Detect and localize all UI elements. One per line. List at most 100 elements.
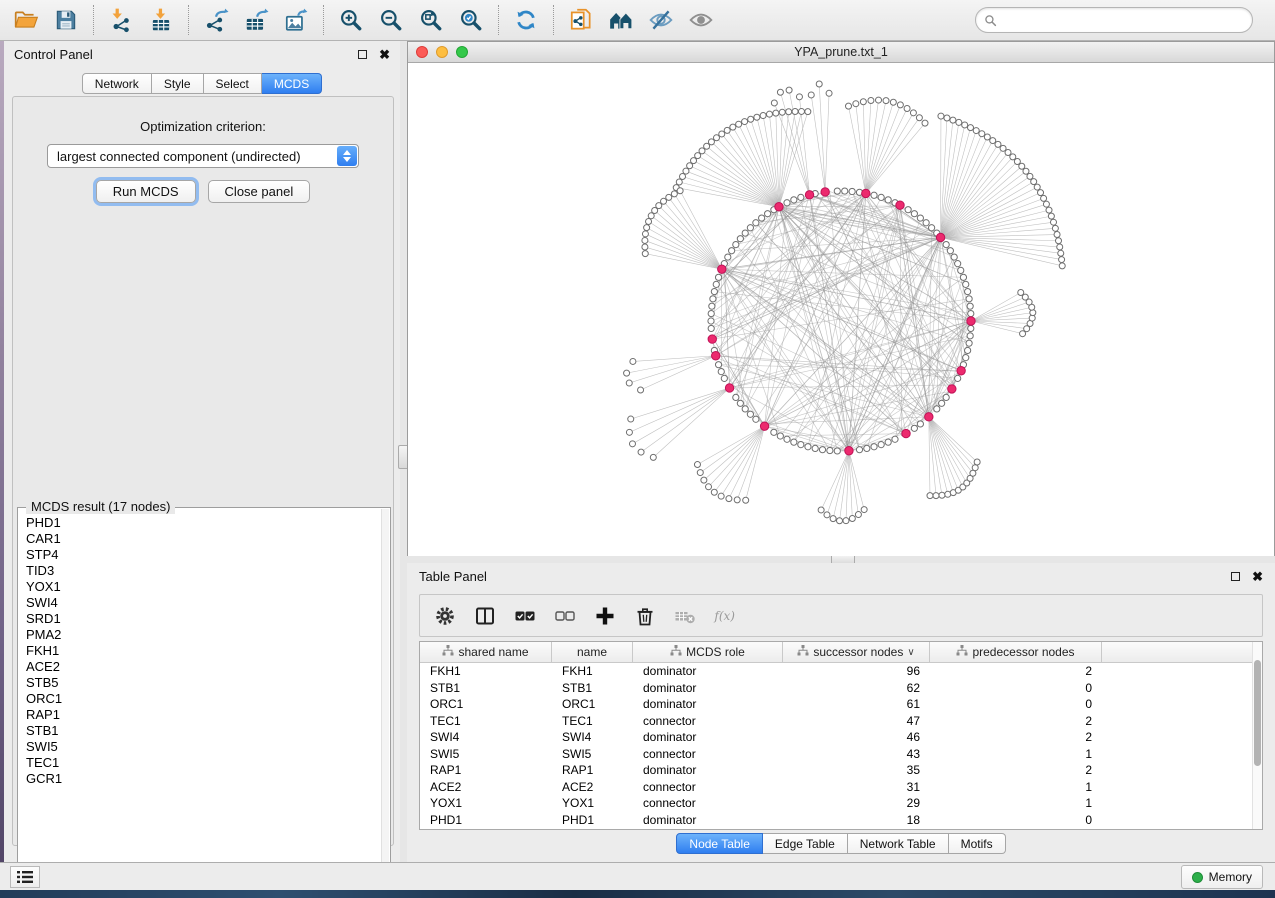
tab-style[interactable]: Style	[152, 73, 204, 94]
run-mcds-button[interactable]: Run MCDS	[96, 180, 196, 203]
zoom-out-icon	[378, 7, 404, 33]
checked-boxes-icon	[513, 604, 537, 628]
column-header-shared-name[interactable]: shared name	[420, 642, 552, 662]
main-toolbar	[0, 0, 1275, 41]
column-header-successor-nodes[interactable]: successor nodes∨	[783, 642, 930, 662]
export-table-button[interactable]	[236, 3, 276, 37]
search-input[interactable]	[1002, 10, 1244, 30]
tab-mcds[interactable]: MCDS	[262, 73, 322, 94]
cell-predecessor-nodes: 1	[930, 747, 1102, 761]
table-row[interactable]: TEC1TEC1connector472	[420, 713, 1252, 730]
show-columns-button[interactable]	[468, 599, 502, 633]
table-scrollbar[interactable]	[1252, 642, 1262, 829]
zoom-selected-button[interactable]	[451, 3, 491, 37]
mcds-result-scrollbar[interactable]	[381, 509, 389, 879]
network-document-button[interactable]	[561, 3, 601, 37]
criterion-select[interactable]: largest connected component (undirected)	[47, 144, 359, 168]
mcds-result-item[interactable]: SWI4	[26, 595, 389, 611]
export-image-button[interactable]	[276, 3, 316, 37]
float-panel-icon[interactable]	[358, 50, 367, 59]
delete-table-icon	[673, 604, 697, 628]
plus-icon	[593, 604, 617, 628]
table-settings-button[interactable]	[428, 599, 462, 633]
mcds-result-item[interactable]: GCR1	[26, 771, 389, 787]
export-network-icon	[203, 7, 229, 33]
close-panel-icon[interactable]: ✖	[379, 48, 390, 61]
mcds-result-item[interactable]: PMA2	[26, 627, 389, 643]
first-neighbors-button[interactable]	[601, 3, 641, 37]
float-panel-icon[interactable]	[1231, 572, 1240, 581]
tab-edge-table[interactable]: Edge Table	[763, 833, 848, 854]
mcds-result-item[interactable]: SRD1	[26, 611, 389, 627]
table-row[interactable]: YOX1YOX1connector291	[420, 795, 1252, 812]
mcds-result-item[interactable]: PHD1	[26, 515, 389, 531]
sort-descending-icon: ∨	[907, 647, 914, 658]
open-file-button[interactable]	[6, 3, 46, 37]
mcds-result-item[interactable]: TEC1	[26, 755, 389, 771]
tab-select[interactable]: Select	[204, 73, 262, 94]
show-all-button[interactable]	[681, 3, 721, 37]
column-header-predecessor-nodes[interactable]: predecessor nodes	[930, 642, 1102, 662]
toolbar-separator	[553, 5, 554, 35]
delete-column-button[interactable]	[628, 599, 662, 633]
memory-button[interactable]: Memory	[1181, 865, 1263, 889]
tab-motifs[interactable]: Motifs	[949, 833, 1006, 854]
table-row[interactable]: RAP1RAP1dominator352	[420, 762, 1252, 779]
mcds-result-item[interactable]: YOX1	[26, 579, 389, 595]
table-row[interactable]: FKH1FKH1dominator962	[420, 663, 1252, 680]
export-network-button[interactable]	[196, 3, 236, 37]
cell-shared-name: PHD1	[420, 813, 552, 827]
column-header-MCDS-role[interactable]: MCDS role	[633, 642, 783, 662]
scrollbar-thumb[interactable]	[1254, 660, 1261, 766]
import-table-button[interactable]	[141, 3, 181, 37]
mcds-result-item[interactable]: CAR1	[26, 531, 389, 547]
table-row[interactable]: ACE2ACE2connector311	[420, 779, 1252, 796]
network-window-titlebar[interactable]: YPA_prune.txt_1	[408, 42, 1274, 63]
attribute-tree-icon	[956, 645, 968, 659]
zoom-fit-button[interactable]	[411, 3, 451, 37]
table-row[interactable]: SWI5SWI5connector431	[420, 746, 1252, 763]
open-folder-icon	[13, 7, 39, 33]
zoom-in-button[interactable]	[331, 3, 371, 37]
mcds-result-item[interactable]: STP4	[26, 547, 389, 563]
desktop-wallpaper-bottom	[0, 890, 1275, 898]
toolbar-separator	[188, 5, 189, 35]
zoom-out-button[interactable]	[371, 3, 411, 37]
task-history-button[interactable]	[10, 866, 40, 888]
cell-successor-nodes: 43	[783, 747, 930, 761]
table-row[interactable]: SWI4SWI4dominator462	[420, 729, 1252, 746]
network-canvas[interactable]	[408, 63, 1274, 556]
mcds-result-item[interactable]: RAP1	[26, 707, 389, 723]
memory-status-icon	[1192, 872, 1203, 883]
table-row[interactable]: STB1STB1dominator620	[420, 680, 1252, 697]
select-all-button[interactable]	[508, 599, 542, 633]
mcds-result-item[interactable]: FKH1	[26, 643, 389, 659]
vertical-splitter[interactable]	[400, 41, 407, 862]
tab-network-table[interactable]: Network Table	[848, 833, 949, 854]
close-panel-icon[interactable]: ✖	[1252, 570, 1263, 583]
deselect-all-button[interactable]	[548, 599, 582, 633]
import-network-button[interactable]	[101, 3, 141, 37]
mcds-result-item[interactable]: ACE2	[26, 659, 389, 675]
optimization-criterion-label: Optimization criterion:	[13, 119, 393, 134]
close-panel-button[interactable]: Close panel	[208, 180, 311, 203]
tab-node-table[interactable]: Node Table	[676, 833, 763, 854]
mcds-result-item[interactable]: STB1	[26, 723, 389, 739]
mcds-result-item[interactable]: TID3	[26, 563, 389, 579]
hide-selected-button[interactable]	[641, 3, 681, 37]
mcds-result-item[interactable]: ORC1	[26, 691, 389, 707]
refresh-layout-button[interactable]	[506, 3, 546, 37]
network-satellite-nodes[interactable]	[624, 81, 1066, 524]
horizontal-splitter[interactable]	[407, 556, 1275, 563]
tab-network[interactable]: Network	[82, 73, 152, 94]
mcds-result-item[interactable]: STB5	[26, 675, 389, 691]
cell-shared-name: SWI4	[420, 730, 552, 744]
table-row[interactable]: ORC1ORC1dominator610	[420, 696, 1252, 713]
create-column-button[interactable]	[588, 599, 622, 633]
save-session-button[interactable]	[46, 3, 86, 37]
mcds-result-item[interactable]: SWI5	[26, 739, 389, 755]
column-header-name[interactable]: name	[552, 642, 633, 662]
table-row[interactable]: PHD1PHD1dominator180	[420, 812, 1252, 829]
cell-MCDS-role: dominator	[633, 763, 783, 777]
zoom-selected-icon	[458, 7, 484, 33]
